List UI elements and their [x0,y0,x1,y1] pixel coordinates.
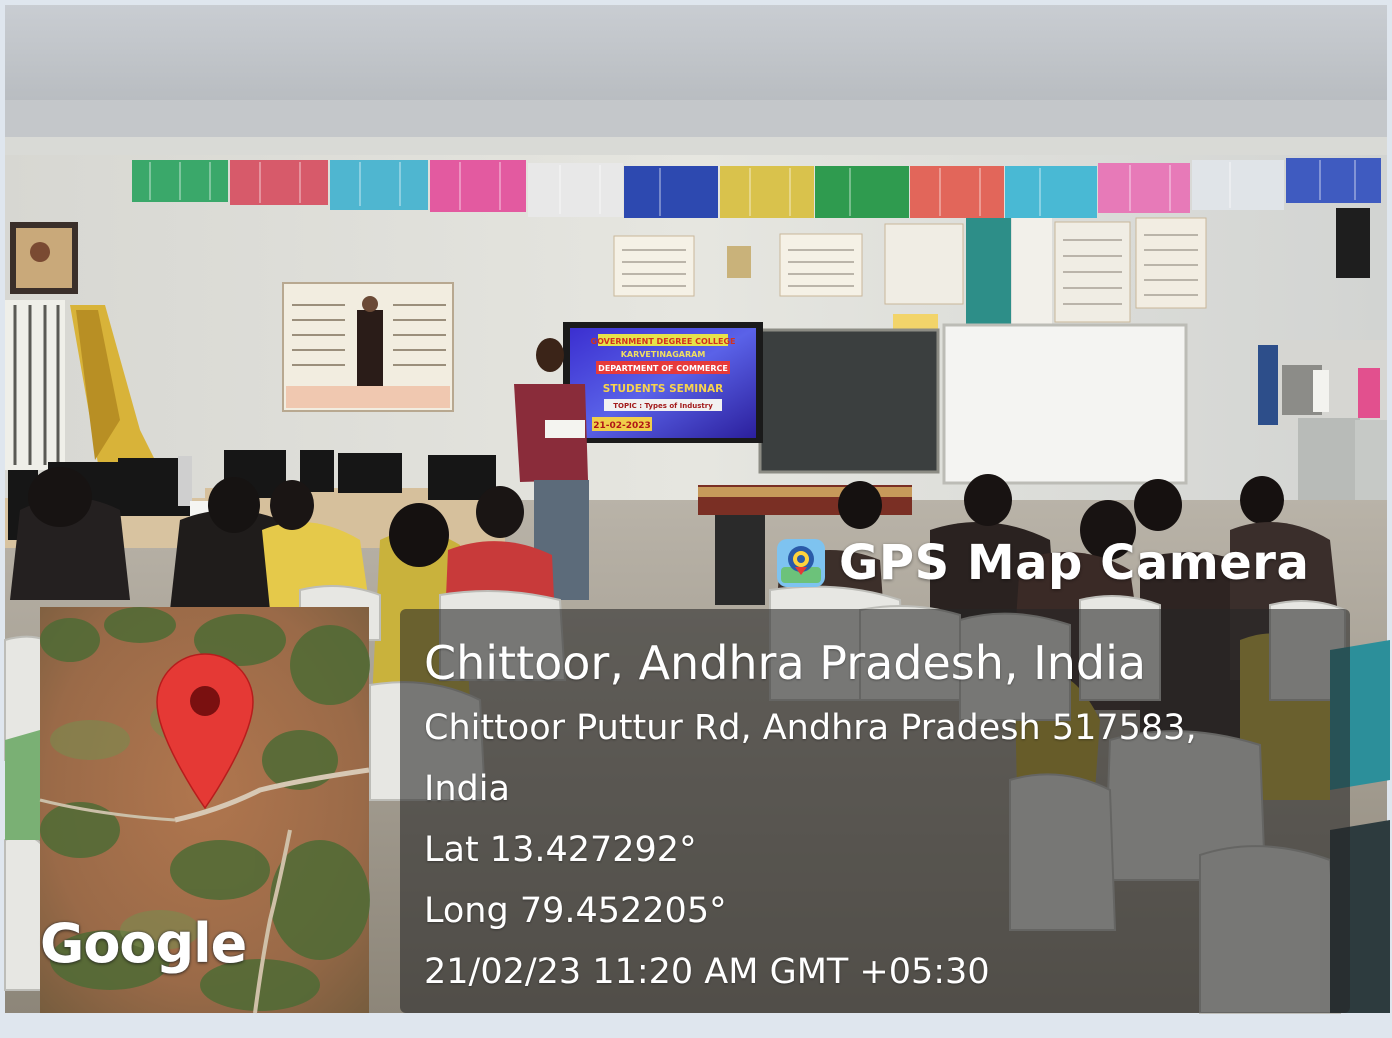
location-title: Chittoor, Andhra Pradesh, India [424,636,1147,690]
photo-frame: GOVERNMENT DEGREE COLLEGE KARVETINAGARAM… [0,0,1392,1038]
app-badge: GPS Map Camera [775,533,1309,593]
slide-line6: 21-02-2023 [593,421,651,431]
address-line1: Chittoor Puttur Rd, Andhra Pradesh 51758… [424,708,1197,748]
slide-line5: TOPIC : Types of Industry [613,402,713,410]
slide-line2: KARVETINAGARAM [621,350,706,359]
datetime-stamp: 21/02/23 11:20 AM GMT +05:30 [424,952,990,992]
slide-line3: DEPARTMENT OF COMMERCE [598,364,728,373]
gps-camera-app-icon [777,539,825,587]
longitude: Long 79.452205° [424,891,727,931]
slide-line1: GOVERNMENT DEGREE COLLEGE [591,337,736,346]
location-details: Chittoor, Andhra Pradesh, India Chittoor… [424,628,1197,1003]
app-name: GPS Map Camera [839,535,1310,591]
slide-line4: STUDENTS SEMINAR [603,383,723,395]
google-logo: Google [40,912,247,975]
address-line2: India [424,769,510,809]
latitude: Lat 13.427292° [424,830,697,870]
